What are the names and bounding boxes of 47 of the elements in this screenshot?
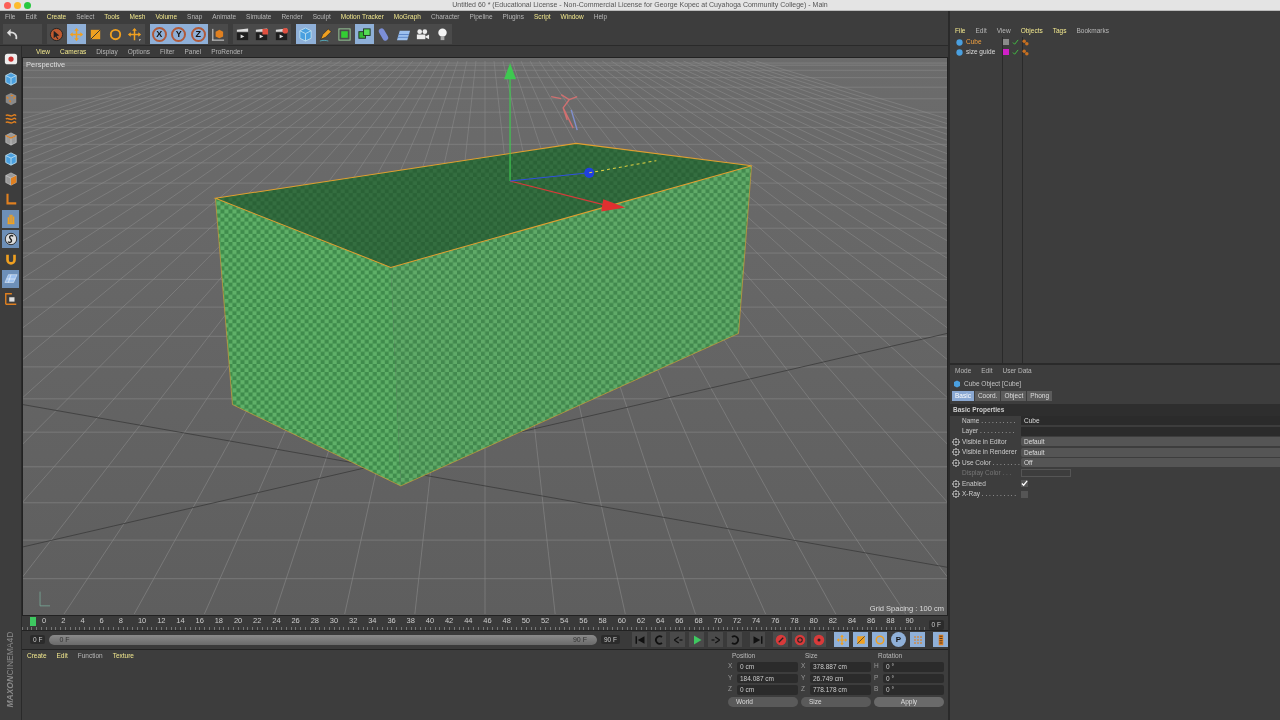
text-field[interactable] [1021,426,1280,436]
clapperboard-icon[interactable] [271,24,291,44]
axis-lock-button[interactable]: X [149,24,169,44]
pen-icon[interactable] [315,24,335,44]
play-icon[interactable] [689,632,704,647]
step-back-icon[interactable] [670,632,685,647]
scale-icon[interactable] [86,24,106,44]
record-icon[interactable] [811,632,826,647]
axis-lock-button[interactable]: Y [169,24,189,44]
plane-icon[interactable] [393,24,413,44]
move-icon[interactable] [66,24,86,44]
workplane-icon[interactable] [2,290,19,308]
cube-icon[interactable] [2,130,19,148]
product-logo-text: CINEMA4D [6,632,15,677]
cube-icon[interactable] [2,150,19,168]
cubes-icon[interactable] [354,24,374,44]
record-icon[interactable] [792,632,807,647]
dot-grid-icon[interactable] [910,632,925,647]
cursor-icon[interactable] [47,24,67,44]
axis-cube-icon[interactable] [208,24,228,44]
axis-lock-button[interactable]: Z [188,24,208,44]
step-forward-icon[interactable] [708,632,723,647]
skip-forward-icon[interactable] [750,632,765,647]
cube-icon[interactable] [2,70,19,88]
loop-icon[interactable] [727,632,742,647]
color-field [1021,469,1071,478]
cube-icon [953,380,961,388]
clapperboard-icon[interactable] [252,24,272,44]
move-icon[interactable] [125,24,145,44]
record-icon[interactable] [773,632,788,647]
parameter-button[interactable]: P [891,632,906,647]
cube-icon[interactable] [2,170,19,188]
scale-icon[interactable] [853,632,868,647]
camera-icon[interactable] [413,24,433,44]
cube-cage-icon[interactable] [335,24,355,44]
checkbox[interactable] [1021,490,1028,498]
film-strip-icon[interactable] [933,632,948,647]
loop-icon[interactable] [651,632,666,647]
snap-icon[interactable] [2,230,19,248]
light-bulb-icon[interactable] [432,24,452,44]
skip-back-icon[interactable] [632,632,647,647]
close-window-button[interactable] [4,2,11,9]
undo-icon[interactable] [3,24,23,44]
clapperboard-icon[interactable] [232,24,252,44]
checkbox[interactable] [1021,480,1028,488]
capsule-icon[interactable] [374,24,394,44]
brand-logo-text: MAXON [6,676,15,708]
